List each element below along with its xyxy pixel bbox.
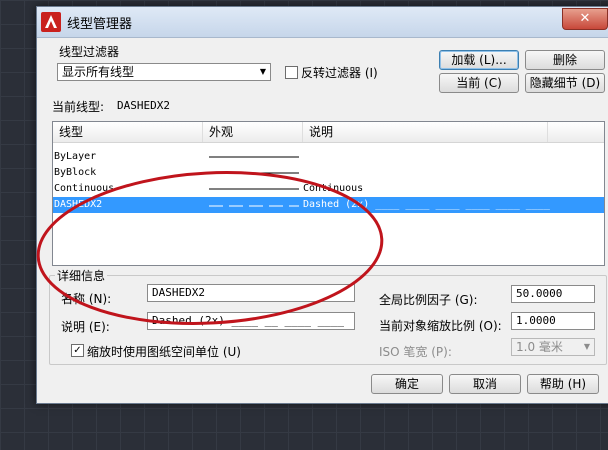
- description-label: 说明 (E):: [61, 320, 110, 334]
- object-scale-label: 当前对象缩放比例 (O):: [379, 319, 502, 333]
- iso-pen-width-value: 1.0 毫米: [516, 340, 563, 354]
- chevron-down-icon: ▼: [583, 342, 591, 351]
- current-linetype-label: 当前线型:: [52, 100, 105, 114]
- filter-select[interactable]: 显示所有线型 ▼: [57, 63, 271, 81]
- row-appearance-solid-line: [209, 172, 299, 174]
- filter-selected-value: 显示所有线型: [62, 65, 135, 79]
- load-button[interactable]: 加载 (L)...: [439, 50, 519, 70]
- row-description: Dashed (2x) ____ ____ ____ ____ ____ ___…: [303, 199, 550, 210]
- global-scale-label: 全局比例因子 (G):: [379, 293, 478, 307]
- row-name: ByLayer: [54, 151, 97, 162]
- name-label: 名称 (N):: [61, 292, 112, 306]
- linetype-manager-dialog: 线型管理器 ✕ 线型过滤器 显示所有线型 ▼ 反转过滤器 (I) 加载 (L).…: [36, 6, 608, 404]
- checkmark-icon: ✓: [73, 345, 82, 356]
- details-group-label: 详细信息: [55, 267, 108, 284]
- list-row-byblock[interactable]: ByBlock: [53, 165, 604, 181]
- paper-space-units-label[interactable]: 缩放时使用图纸空间单位 (U): [87, 343, 241, 360]
- current-linetype-value: DASHEDX2: [117, 99, 170, 112]
- hide-details-button[interactable]: 隐藏细节 (D): [525, 73, 605, 93]
- chevron-down-icon: ▼: [259, 67, 267, 76]
- list-row-dashedx2[interactable]: DASHEDX2 Dashed (2x) ____ ____ ____ ____…: [53, 197, 604, 213]
- filter-group-label: 线型过滤器: [59, 45, 120, 59]
- row-appearance-solid-line: [209, 156, 299, 158]
- iso-pen-width-label: ISO 笔宽 (P):: [379, 345, 452, 359]
- close-button[interactable]: ✕: [562, 8, 608, 30]
- cancel-button[interactable]: 取消: [449, 374, 521, 394]
- object-scale-field[interactable]: 1.0000: [511, 312, 595, 330]
- window-title: 线型管理器: [67, 17, 133, 32]
- help-button[interactable]: 帮助 (H): [527, 374, 599, 394]
- invert-filter-label[interactable]: 反转过滤器 (I): [301, 64, 378, 81]
- row-appearance-solid-line: [209, 188, 299, 190]
- paper-space-units-checkbox[interactable]: ✓: [71, 344, 84, 357]
- title-bar[interactable]: 线型管理器: [37, 7, 608, 38]
- invert-filter-checkbox[interactable]: [285, 66, 298, 79]
- row-name: ByBlock: [54, 167, 97, 178]
- list-row-continuous[interactable]: Continuous Continuous: [53, 181, 604, 197]
- row-description: Continuous: [303, 183, 364, 194]
- delete-button[interactable]: 删除: [525, 50, 605, 70]
- row-appearance-dashed-line: [209, 205, 299, 207]
- linetype-list[interactable]: 线型 外观 说明 ByLayer ByBlock Continuous Cont…: [52, 121, 605, 266]
- column-header-appearance[interactable]: 外观: [203, 122, 303, 142]
- name-field[interactable]: DASHEDX2: [147, 284, 355, 302]
- ok-button[interactable]: 确定: [371, 374, 443, 394]
- list-row-bylayer[interactable]: ByLayer: [53, 149, 604, 165]
- description-field[interactable]: Dashed (2x) ____ __ ____ ____: [147, 312, 355, 330]
- column-header-linetype[interactable]: 线型: [53, 122, 203, 142]
- close-icon: ✕: [579, 11, 591, 26]
- list-header: 线型 外观 说明: [53, 122, 604, 143]
- current-button[interactable]: 当前 (C): [439, 73, 519, 93]
- column-header-description[interactable]: 说明: [303, 122, 548, 142]
- iso-pen-width-select: 1.0 毫米 ▼: [511, 338, 595, 356]
- global-scale-field[interactable]: 50.0000: [511, 285, 595, 303]
- row-name: DASHEDX2: [54, 199, 103, 210]
- autocad-app-icon: [41, 12, 61, 32]
- row-name: Continuous: [54, 183, 115, 194]
